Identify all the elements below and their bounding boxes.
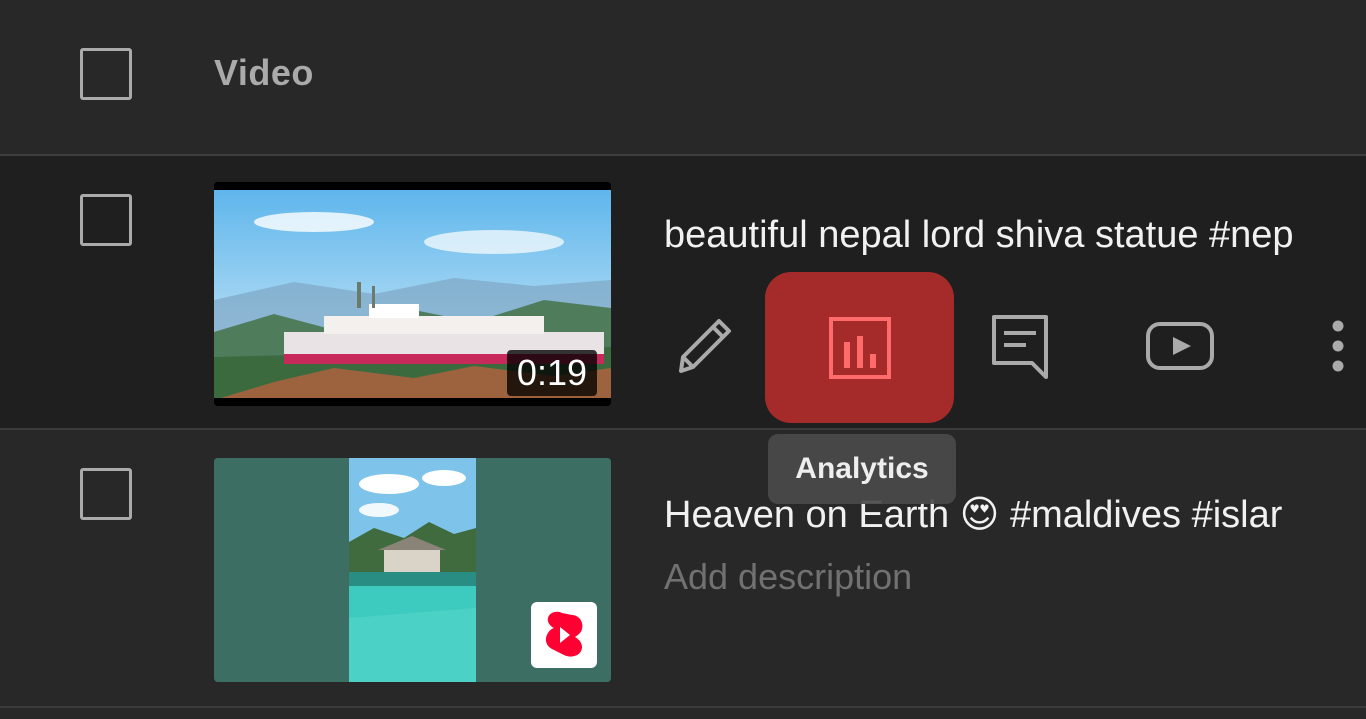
video-column-header[interactable]: Video [214,52,314,94]
play-icon [1146,322,1214,370]
video-thumbnail[interactable] [214,458,611,682]
table-row: 0:19 beautiful nepal lord shiva statue #… [0,156,1366,430]
details-button[interactable] [664,306,744,386]
pencil-icon [679,319,731,373]
row-checkbox[interactable] [80,468,132,520]
analytics-tooltip: Analytics [768,434,956,504]
title-hashtags: #maldives #islar [1009,494,1283,536]
kebab-icon [1332,320,1344,372]
shorts-icon [545,611,583,657]
table-row: Heaven on Earth 😍 #maldives #islar Add d… [0,430,1366,708]
row-checkbox[interactable] [80,194,132,246]
video-title[interactable]: Heaven on Earth 😍 #maldives #islar [664,492,1282,537]
analytics-button[interactable] [765,272,954,423]
select-all-checkbox[interactable] [80,48,132,100]
comment-icon [992,315,1048,379]
add-description-link[interactable]: Add description [664,556,912,598]
bar-chart-icon [828,316,891,379]
video-duration: 0:19 [506,350,597,396]
view-on-youtube-button[interactable] [1140,306,1220,386]
comments-button[interactable] [980,306,1060,386]
more-options-button[interactable] [1318,306,1358,386]
heart-eyes-emoji: 😍 [959,494,1000,536]
shorts-badge [531,602,597,668]
table-header: Video [0,0,1366,156]
video-title[interactable]: beautiful nepal lord shiva statue #nep [664,214,1294,257]
video-thumbnail[interactable]: 0:19 [214,182,611,406]
